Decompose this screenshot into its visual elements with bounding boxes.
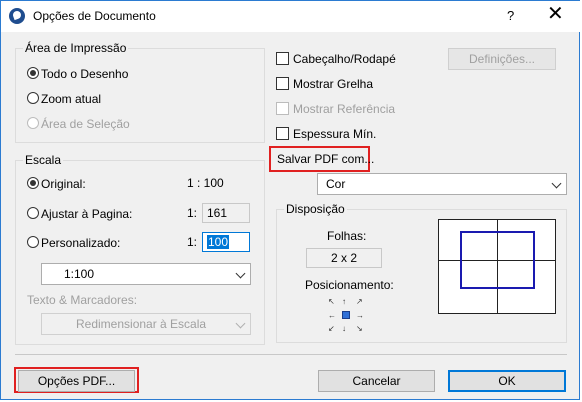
checkbox[interactable] bbox=[276, 127, 289, 140]
radio-label: Todo o Desenho bbox=[41, 67, 129, 81]
scale-legend: Escala bbox=[23, 153, 64, 167]
cancel-button[interactable]: Cancelar bbox=[318, 370, 435, 392]
fit-prefix: 1: bbox=[187, 206, 198, 220]
pdf-options-button[interactable]: Opções PDF... bbox=[18, 370, 135, 392]
text-markers-select: Redimensionar à Escala bbox=[41, 313, 251, 335]
radio-button[interactable] bbox=[27, 177, 39, 189]
radio-label: Personalizado: bbox=[41, 236, 121, 250]
app-logo-icon bbox=[9, 8, 25, 24]
radio-button[interactable] bbox=[27, 92, 39, 104]
color-select-value: Cor bbox=[326, 177, 346, 191]
radio-button[interactable] bbox=[27, 67, 39, 79]
radio-button[interactable] bbox=[27, 207, 39, 219]
chevron-down-icon bbox=[551, 178, 562, 189]
positioning-label: Posicionamento: bbox=[305, 278, 394, 292]
custom-scale-value: 100 bbox=[207, 235, 230, 249]
checkbox bbox=[276, 102, 289, 115]
document-options-dialog: Opções de Documento ? ✕ Área de Impressã… bbox=[0, 0, 581, 400]
close-icon[interactable]: ✕ bbox=[547, 4, 564, 24]
checkbox-label: Mostrar Grelha bbox=[293, 77, 374, 91]
preview-print-frame bbox=[460, 231, 535, 289]
radio-label: Zoom atual bbox=[41, 92, 102, 106]
separator bbox=[15, 354, 567, 355]
scale-select-value: 1:100 bbox=[64, 267, 95, 281]
chevron-down-icon bbox=[235, 268, 246, 279]
color-select[interactable]: Cor bbox=[317, 173, 567, 195]
radio-label: Área de Seleção bbox=[41, 117, 130, 131]
chevron-down-icon bbox=[235, 318, 246, 329]
title-bar: Opções de Documento ? ✕ bbox=[1, 1, 581, 32]
print-area-legend: Área de Impressão bbox=[23, 41, 129, 55]
layout-preview bbox=[438, 219, 556, 314]
original-scale-value: 1 : 100 bbox=[187, 176, 224, 190]
ok-button[interactable]: OK bbox=[448, 370, 566, 392]
checkbox-label: Mostrar Referência bbox=[293, 102, 396, 116]
help-icon[interactable]: ? bbox=[507, 8, 514, 23]
checkbox-label: Cabeçalho/Rodapé bbox=[293, 52, 396, 66]
scale-select[interactable]: 1:100 bbox=[41, 263, 251, 285]
radio-label: Original: bbox=[41, 177, 86, 191]
position-arrows-icon[interactable]: ↖ ↑ ↗ ← → ↙ ↓ ↘ bbox=[328, 297, 364, 333]
checkbox[interactable] bbox=[276, 52, 289, 65]
custom-scale-input[interactable]: 100 bbox=[202, 232, 250, 252]
checkbox[interactable] bbox=[276, 77, 289, 90]
save-pdf-label: Salvar PDF com... bbox=[277, 152, 375, 166]
checkbox-label: Espessura Mín. bbox=[293, 127, 377, 141]
layout-legend: Disposição bbox=[284, 202, 347, 216]
radio-label: Ajustar à Pagina: bbox=[41, 207, 133, 221]
settings-button: Definições... bbox=[448, 48, 556, 70]
text-markers-label: Texto & Marcadores: bbox=[27, 293, 138, 307]
fit-to-page-field: 161 bbox=[202, 203, 250, 223]
window-title: Opções de Documento bbox=[33, 9, 156, 23]
sheets-field: 2 x 2 bbox=[306, 248, 382, 268]
radio-button[interactable] bbox=[27, 236, 39, 248]
sheets-label: Folhas: bbox=[327, 229, 367, 243]
radio-button bbox=[27, 117, 39, 129]
text-markers-select-value: Redimensionar à Escala bbox=[76, 317, 207, 331]
custom-prefix: 1: bbox=[187, 235, 198, 249]
